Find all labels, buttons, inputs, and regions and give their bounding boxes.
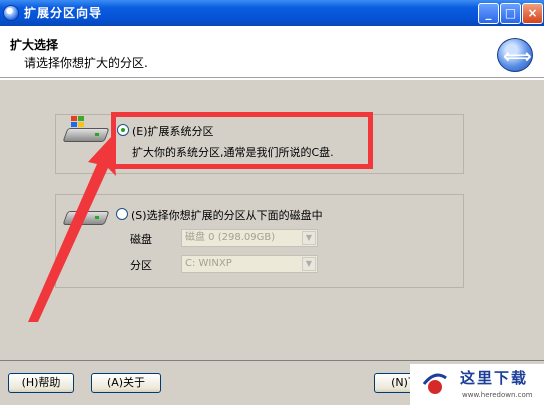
about-button[interactable]: (A)关于: [91, 373, 161, 393]
help-button[interactable]: (H)帮助: [8, 373, 74, 393]
annotation-arrow: [28, 136, 116, 322]
watermark-text: 这里下载: [460, 369, 529, 387]
site-logo-icon: [422, 373, 447, 394]
watermark-url: www.heredown.com: [462, 391, 533, 399]
watermark: 这里下载 www.heredown.com: [410, 364, 544, 405]
